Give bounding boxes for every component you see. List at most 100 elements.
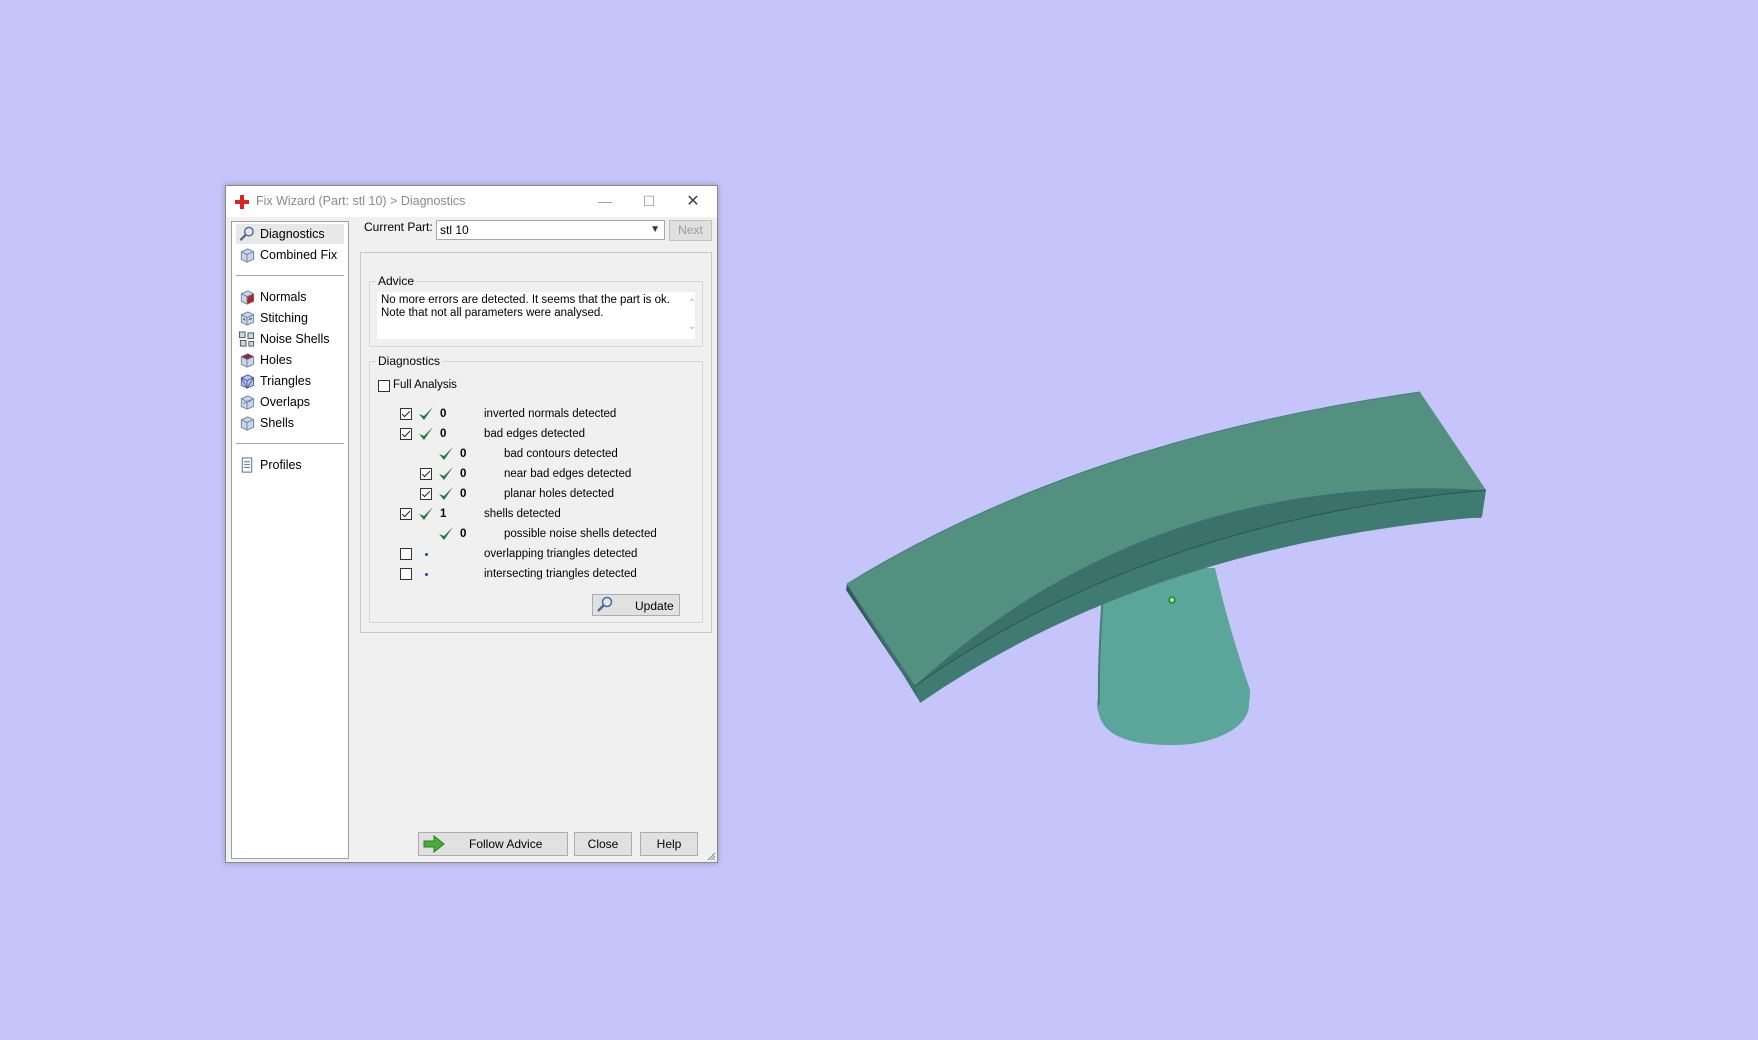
noise-shells-icon	[238, 331, 255, 347]
advice-line: No more errors are detected. It seems th…	[381, 294, 670, 306]
diagnostics-panel: Advice No more errors are detected. It s…	[360, 252, 712, 633]
cube-icon	[240, 248, 255, 263]
diag-value: 0	[460, 488, 467, 500]
next-button[interactable]: Next	[669, 220, 712, 241]
nav-label: Shells	[260, 416, 295, 430]
magnifier-icon	[597, 596, 613, 612]
scroll-up-icon[interactable]: ⌃	[685, 292, 699, 315]
follow-advice-label: Follow Advice	[469, 837, 543, 851]
check-icon	[439, 527, 453, 540]
wizard-nav: Diagnostics Combined Fix Normals Stitchi…	[231, 221, 349, 859]
full-analysis-label: Full Analysis	[393, 379, 457, 391]
help-button[interactable]: Help	[640, 832, 698, 856]
intersecting-triangles-checkbox[interactable]	[400, 568, 412, 580]
maximize-button[interactable]: ☐	[627, 186, 671, 217]
red-cross-icon	[235, 195, 249, 209]
nav-item-noise-shells[interactable]: Noise Shells	[236, 329, 344, 349]
title-bar[interactable]: Fix Wizard (Part: stl 10) > Diagnostics …	[226, 186, 717, 217]
advice-text: No more errors are detected. It seems th…	[377, 292, 695, 339]
window-title: Fix Wizard (Part: stl 10) > Diagnostics	[256, 194, 466, 208]
check-icon	[419, 407, 433, 420]
current-part-label: Current Part:	[364, 220, 433, 234]
diag-row-near-bad-edges: 0 near bad edges detected	[370, 464, 700, 484]
diag-value: 1	[440, 508, 447, 520]
nav-label: Stitching	[260, 311, 308, 325]
nav-item-triangles[interactable]: Triangles	[236, 371, 344, 391]
pending-dot-icon	[425, 573, 428, 576]
full-analysis-checkbox[interactable]	[378, 380, 390, 392]
diag-label: inverted normals detected	[484, 408, 617, 420]
check-icon	[439, 447, 453, 460]
check-icon	[439, 487, 453, 500]
update-label: Update	[635, 599, 674, 613]
close-window-button[interactable]: ✕	[671, 186, 715, 217]
nav-item-normals[interactable]: Normals	[236, 287, 344, 307]
nav-item-profiles[interactable]: Profiles	[236, 455, 344, 475]
shells-checkbox[interactable]	[400, 508, 412, 520]
nav-label: Triangles	[260, 374, 311, 388]
planar-holes-checkbox[interactable]	[420, 488, 432, 500]
check-icon	[419, 507, 433, 520]
diag-label: shells detected	[484, 508, 561, 520]
bad-edges-checkbox[interactable]	[400, 428, 412, 440]
diag-label: bad contours detected	[504, 448, 618, 460]
nav-item-shells[interactable]: Shells	[236, 413, 344, 433]
nav-item-stitching[interactable]: Stitching	[236, 308, 344, 328]
normals-cube-icon	[240, 290, 255, 305]
diag-label: overlapping triangles detected	[484, 548, 638, 560]
diag-row-noise-shells: 0 possible noise shells detected	[370, 524, 700, 544]
pending-dot-icon	[425, 553, 428, 556]
diag-row-intersecting-triangles: intersecting triangles detected	[370, 564, 700, 584]
full-analysis-option[interactable]: Full Analysis	[378, 376, 578, 396]
nav-item-overlaps[interactable]: Overlaps	[236, 392, 344, 412]
advice-line: Note that not all parameters were analys…	[381, 307, 604, 319]
document-icon	[241, 457, 253, 473]
diag-label: planar holes detected	[504, 488, 614, 500]
holes-cube-icon	[240, 353, 255, 368]
inverted-normals-checkbox[interactable]	[400, 408, 412, 420]
shells-cube-icon	[240, 416, 255, 431]
diag-row-shells: 1 shells detected	[370, 504, 700, 524]
resize-grip-icon[interactable]	[706, 851, 716, 861]
scroll-down-icon[interactable]: ⌄	[685, 315, 699, 338]
diag-value: 0	[460, 448, 467, 460]
diag-row-bad-contours: 0 bad contours detected	[370, 444, 700, 464]
nav-label: Noise Shells	[260, 332, 330, 346]
diagnostics-title: Diagnostics	[376, 354, 443, 368]
update-button[interactable]: Update	[592, 594, 680, 616]
diag-label: near bad edges detected	[504, 468, 632, 480]
nav-item-combined-fix[interactable]: Combined Fix	[236, 245, 344, 265]
current-part-select[interactable]: stl 10 ▼	[436, 220, 665, 240]
nav-label: Overlaps	[260, 395, 311, 409]
magnifier-icon	[239, 226, 254, 242]
nav-label: Diagnostics	[260, 227, 325, 241]
nav-label: Normals	[260, 290, 307, 304]
diag-label: possible noise shells detected	[504, 528, 657, 540]
chevron-down-icon: ▼	[650, 224, 660, 235]
diag-row-planar-holes: 0 planar holes detected	[370, 484, 700, 504]
follow-advice-button[interactable]: Follow Advice	[418, 832, 568, 856]
diag-value: 0	[460, 528, 467, 540]
stitching-cube-icon	[240, 311, 255, 326]
overlaps-cube-icon	[240, 395, 255, 410]
diag-row-bad-edges: 0 bad edges detected	[370, 424, 700, 444]
current-part-value: stl 10	[440, 223, 469, 237]
advice-scrollbar[interactable]: ⌃ ⌄	[685, 292, 699, 339]
nav-item-holes[interactable]: Holes	[236, 350, 344, 370]
nav-label: Profiles	[260, 458, 302, 472]
nav-label: Combined Fix	[260, 248, 338, 262]
near-bad-edges-checkbox[interactable]	[420, 468, 432, 480]
nav-item-diagnostics[interactable]: Diagnostics	[236, 224, 344, 244]
diag-label: intersecting triangles detected	[484, 568, 637, 580]
advice-title: Advice	[376, 274, 417, 288]
nav-label: Holes	[260, 353, 292, 367]
minimize-button[interactable]: —	[583, 186, 627, 217]
overlapping-triangles-checkbox[interactable]	[400, 548, 412, 560]
diag-value: 0	[460, 468, 467, 480]
green-arrow-icon	[423, 835, 445, 853]
check-icon	[439, 467, 453, 480]
diagnostics-group: Diagnostics Full Analysis 0 inverted nor…	[369, 354, 703, 623]
close-button[interactable]: Close	[574, 832, 632, 856]
check-icon	[419, 427, 433, 440]
diag-row-inverted-normals: 0 inverted normals detected	[370, 404, 700, 424]
